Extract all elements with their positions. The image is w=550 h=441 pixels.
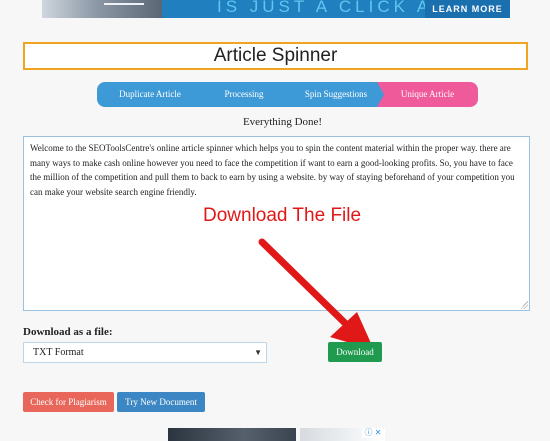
try-new-document-button[interactable]: Try New Document <box>117 392 205 412</box>
bottom-banner-ad[interactable] <box>168 428 385 441</box>
ad-image <box>42 0 162 18</box>
top-banner-ad[interactable]: IS JUST A CLICK AWAY LEARN MORE <box>42 0 510 18</box>
status-text: Everything Done! <box>242 116 323 128</box>
step-spin-suggestions: Spin Suggestions <box>285 82 387 107</box>
annotation-text: Download The File <box>203 205 362 226</box>
ad-learn-more-button[interactable]: LEARN MORE <box>425 0 510 18</box>
step-processing: Processing <box>193 82 295 107</box>
ad-choices-icon[interactable]: ⓘ ✕ <box>362 428 384 438</box>
check-plagiarism-button[interactable]: Check for Plagiarism <box>23 392 114 412</box>
format-select-value: TXT Format <box>33 347 84 358</box>
ad-image <box>168 428 296 441</box>
progress-steps: Duplicate Article Processing Spin Sugges… <box>97 82 478 107</box>
download-label: Download as a file: <box>23 326 113 338</box>
step-duplicate-article: Duplicate Article <box>97 82 203 107</box>
step-unique-article: Unique Article <box>377 82 478 107</box>
page-title: Article Spinner <box>23 42 528 70</box>
download-button[interactable]: Download <box>328 342 382 362</box>
format-select[interactable]: TXT Format ▼ <box>23 342 267 363</box>
chevron-down-icon: ▼ <box>254 348 262 357</box>
resize-handle-icon[interactable] <box>520 301 528 309</box>
